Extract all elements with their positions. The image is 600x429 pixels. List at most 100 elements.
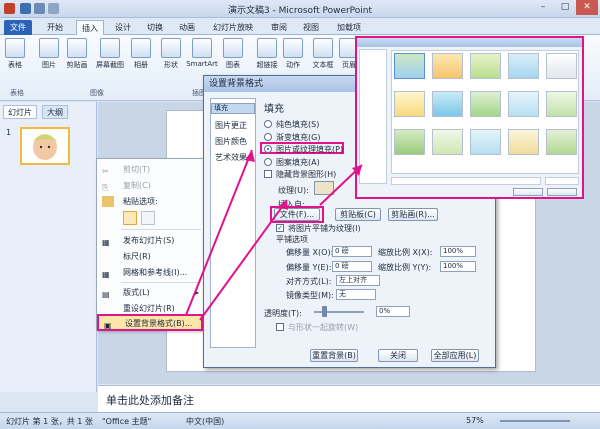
paste-picture-icon[interactable] [141,211,155,225]
radio-picture-fill[interactable] [264,145,272,153]
action-label: 动作 [286,61,300,69]
picture-thumb[interactable] [470,53,501,79]
tab-animations[interactable]: 动画 [174,20,200,35]
minimize-button[interactable]: – [532,0,554,15]
menu-reset-label: 重设幻灯片(R) [123,304,175,313]
hide-graphics-checkbox[interactable] [264,170,272,178]
solid-fill-label: 纯色填充(S) [276,120,320,129]
mirror-select[interactable]: 无 [336,289,376,300]
picture-thumb[interactable] [546,91,577,117]
reset-background-button[interactable]: 重置背景(B) [310,349,358,362]
tab-home[interactable]: 开始 [40,20,70,35]
slide-number: 1 [6,128,12,137]
menu-publish-label: 发布幻灯片(S) [123,236,175,245]
menu-copy[interactable]: ⎘ 复制(C) [97,178,203,193]
menu-publish-slides[interactable]: ▦ 发布幻灯片(S) [97,233,203,248]
picture-label: 图片 [42,61,56,69]
menu-ruler[interactable]: 标尺(R) [97,249,203,264]
picture-thumb[interactable] [470,91,501,117]
close-dialog-button[interactable]: 关闭 [378,349,418,362]
menu-cut[interactable]: ✂ 剪切(T) [97,162,203,177]
screenshot-button[interactable]: 屏幕截图 [92,38,128,70]
zoom-slider[interactable] [500,420,570,422]
offset-x-label: 偏移量 X(O): [286,248,334,257]
menu-grid-guides[interactable]: ▦ 网格和参考线(I)... [97,265,203,280]
scale-x-input[interactable]: 100% [440,246,476,257]
action-button[interactable]: 动作 [280,38,306,70]
nav-picture-color[interactable]: 图片颜色 [211,135,255,149]
paste-option-icon[interactable] [123,211,137,225]
picture-button[interactable]: 图片 [36,38,62,70]
picture-thumb[interactable] [394,91,425,117]
align-select[interactable]: 左上对齐 [336,275,380,286]
picture-thumb[interactable] [508,91,539,117]
offset-x-input[interactable]: 0 磅 [332,246,372,257]
chart-button[interactable]: 图表 [220,38,246,70]
album-label: 相册 [134,61,148,69]
scale-y-input[interactable]: 100% [440,261,476,272]
insert-clipart-button[interactable]: 剪贴画(R)... [388,208,438,221]
nav-fill[interactable]: 填充 [211,103,255,114]
slides-panel: 幻灯片 大纲 1 [0,102,97,392]
tab-slideshow[interactable]: 幻灯片放映 [208,20,258,35]
maximize-button[interactable]: □ [554,0,576,15]
tab-file[interactable]: 文件 [4,20,32,35]
texture-picker[interactable] [314,181,334,195]
nav-picture-corrections[interactable]: 图片更正 [211,119,255,133]
table-button[interactable]: 表格 [2,38,28,70]
offset-y-input[interactable]: 0 磅 [332,261,372,272]
transparency-slider-thumb[interactable] [322,306,327,317]
rotate-with-shape-checkbox[interactable] [276,323,284,331]
tab-transitions[interactable]: 切换 [142,20,168,35]
notes-pane[interactable]: 单击此处添加备注 [98,385,600,412]
menu-layout[interactable]: ▤ 版式(L) ▸ [97,285,203,300]
table-icon [5,38,25,58]
picture-thumb[interactable] [432,53,463,79]
picture-thumb[interactable] [432,91,463,117]
shapes-icon [161,38,181,58]
smartart-button[interactable]: SmartArt [184,38,220,68]
tab-addins[interactable]: 加载项 [332,20,366,35]
album-button[interactable]: 相册 [128,38,154,70]
tab-insert[interactable]: 插入 [76,20,104,35]
picture-cancel-button[interactable] [547,188,577,196]
picture-thumb[interactable] [432,129,463,155]
picture-thumb[interactable] [546,53,577,79]
tile-checkbox[interactable]: ✓ [276,224,284,232]
tab-slides[interactable]: 幻灯片 [3,105,37,119]
textbox-button[interactable]: 文本框 [310,38,336,70]
picture-thumb[interactable] [394,129,425,155]
insert-from-file-button[interactable]: 文件(F)... [274,208,320,221]
picture-fill-label: 图片或纹理填充(P) [276,145,344,154]
picture-dialog-sidebar [359,49,387,184]
clipart-button[interactable]: 剪贴画 [62,38,92,70]
slide-thumbnail[interactable] [20,127,70,165]
picture-filename-input[interactable] [391,177,541,185]
shapes-button[interactable]: 形状 [158,38,184,70]
hyperlink-button[interactable]: 超链接 [254,38,280,70]
tab-view[interactable]: 视图 [298,20,324,35]
picture-thumb[interactable] [546,129,577,155]
picture-insert-button[interactable] [513,188,543,196]
picture-thumb[interactable] [508,129,539,155]
tab-review[interactable]: 审阅 [266,20,292,35]
radio-gradient-fill[interactable] [264,133,272,141]
baby-photo-icon [33,134,57,160]
picture-thumb[interactable] [508,53,539,79]
nav-artistic-effects[interactable]: 艺术效果 [211,151,255,165]
tab-design[interactable]: 设计 [110,20,136,35]
radio-solid-fill[interactable] [264,120,272,128]
tab-outline[interactable]: 大纲 [42,105,68,119]
apply-all-button[interactable]: 全部应用(L) [431,349,479,362]
slide-counter: 幻灯片 第 1 张，共 1 张 [6,417,93,426]
close-window-button[interactable]: ✕ [576,0,598,15]
insert-from-clipboard-button[interactable]: 剪贴板(C) [335,208,381,221]
smartart-icon [192,38,212,58]
menu-format-background-label: 设置背景格式(B)... [125,319,193,328]
picture-thumb[interactable] [470,129,501,155]
picture-thumb[interactable] [394,53,425,79]
transparency-input[interactable]: 0% [376,306,410,317]
radio-pattern-fill[interactable] [264,158,272,166]
menu-format-background[interactable]: ▣ 设置背景格式(B)... [97,314,203,331]
picture-filetype-select[interactable] [545,177,579,185]
